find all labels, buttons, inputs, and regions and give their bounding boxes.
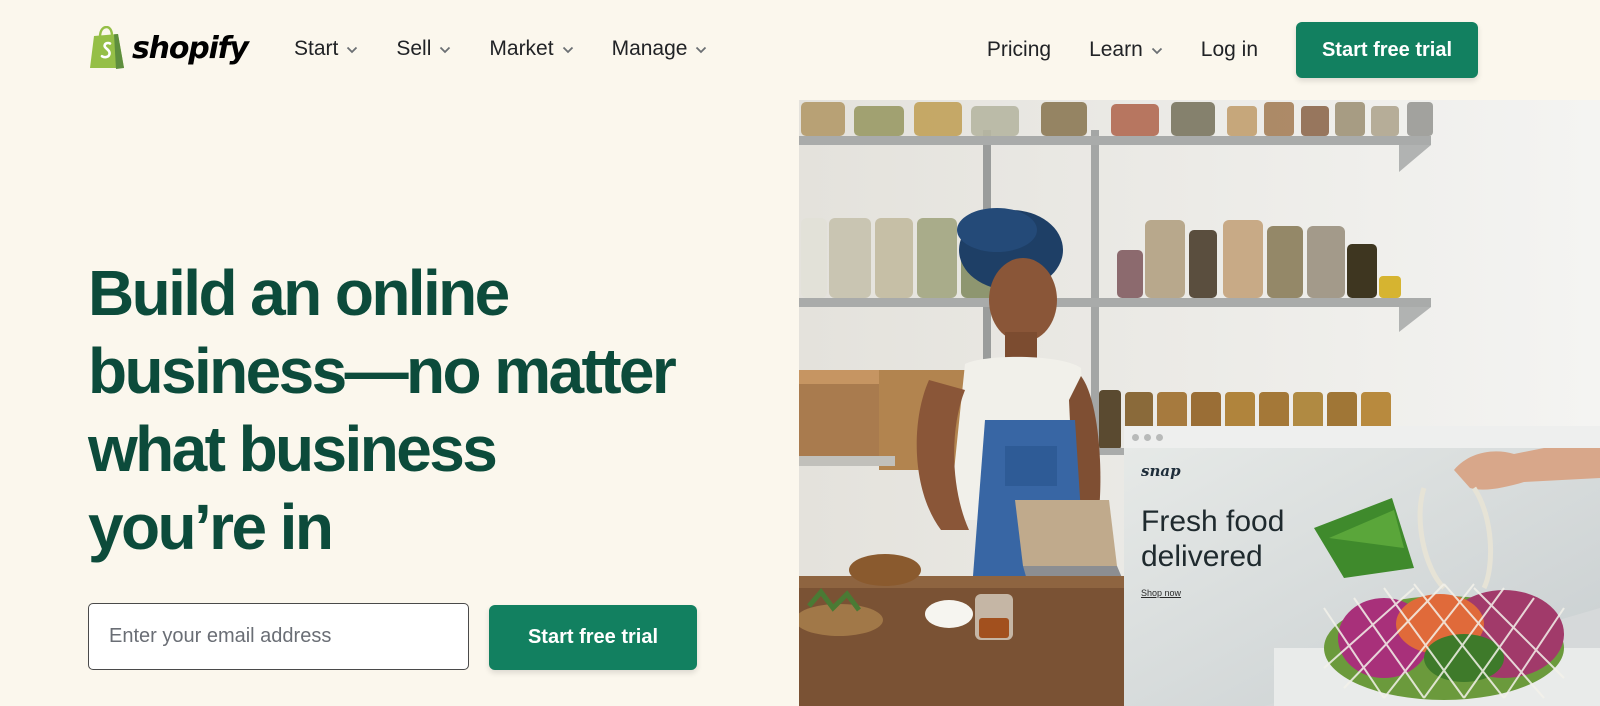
nav-pricing-label: Pricing <box>986 38 1052 61</box>
header-start-trial-button[interactable]: Start free trial <box>1296 22 1478 78</box>
chevron-down-icon <box>562 46 573 54</box>
chevron-down-icon <box>347 46 358 54</box>
nav-market-label: Market <box>489 37 554 60</box>
store-heading: Fresh food delivered <box>1141 505 1285 573</box>
nav-learn[interactable]: Learn <box>1089 35 1163 65</box>
shop-now-link[interactable]: Shop now <box>1141 588 1181 598</box>
hero-start-trial-button[interactable]: Start free trial <box>489 605 697 670</box>
hero-title: Build an online business—no matter what … <box>88 254 708 566</box>
store-preview-card: snap Fresh food delivered Shop now <box>1124 426 1600 706</box>
store-preview-body: snap Fresh food delivered Shop now <box>1124 448 1600 706</box>
nav-market[interactable]: Market <box>489 34 573 64</box>
chevron-down-icon <box>440 46 451 54</box>
browser-bar <box>1124 426 1600 448</box>
nav-manage[interactable]: Manage <box>612 34 708 64</box>
shopify-bag-icon <box>90 26 124 69</box>
nav-sell[interactable]: Sell <box>396 34 451 64</box>
hero-title-line: what business <box>88 413 498 485</box>
store-brand-logo: snap <box>1141 462 1181 480</box>
chevron-down-icon <box>696 46 707 54</box>
nav-start-label: Start <box>294 37 339 60</box>
hero-title-line: business—no matter <box>88 335 677 407</box>
email-input[interactable] <box>88 603 469 670</box>
nav-learn-label: Learn <box>1089 38 1143 61</box>
logo-wordmark: shopify <box>132 30 249 66</box>
secondary-nav: Pricing Learn Log in Start free trial <box>987 22 1478 78</box>
nav-sell-label: Sell <box>396 37 432 60</box>
window-dot-icon <box>1144 433 1151 441</box>
nav-login[interactable]: Log in <box>1201 35 1258 65</box>
hero-title-line: you’re in <box>88 491 334 563</box>
nav-login-label: Log in <box>1200 38 1258 61</box>
produce-bag-image <box>1124 448 1600 706</box>
nav-start[interactable]: Start <box>294 34 358 64</box>
chevron-down-icon <box>1151 47 1162 55</box>
window-dot-icon <box>1156 433 1163 441</box>
hero-title-line: Build an online <box>88 257 510 329</box>
nav-manage-label: Manage <box>611 37 688 60</box>
nav-pricing[interactable]: Pricing <box>987 35 1051 65</box>
window-dot-icon <box>1132 433 1139 441</box>
site-header: shopify Start Sell Market Manage Pricing… <box>0 0 1600 100</box>
shopify-logo[interactable]: shopify <box>88 26 249 70</box>
primary-nav: Start Sell Market Manage <box>294 34 707 64</box>
